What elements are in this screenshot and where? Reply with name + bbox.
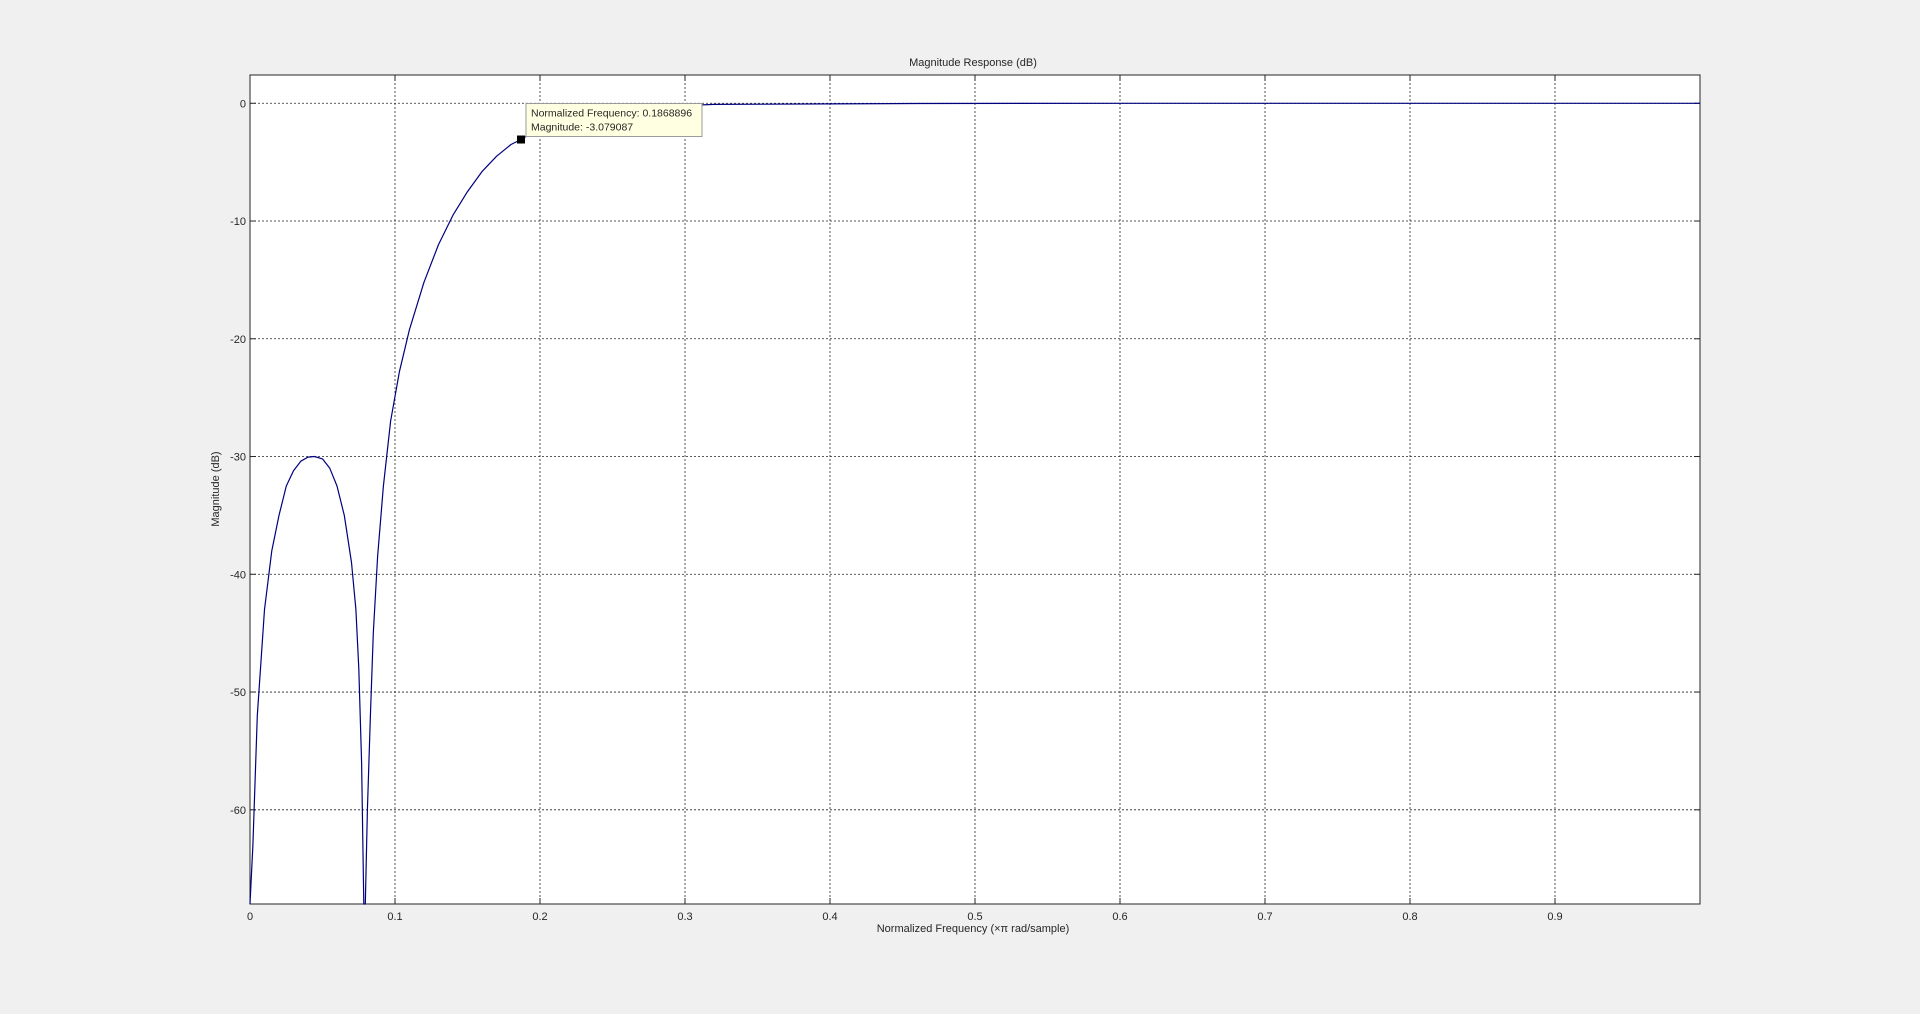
y-tick-label: -60	[230, 805, 246, 817]
chart-title: Magnitude Response (dB)	[909, 57, 1037, 69]
y-tick-label: -20	[230, 334, 246, 346]
y-tick-label: -30	[230, 452, 246, 464]
datatip-marker	[516, 135, 525, 144]
x-tick-labels: 0 0.1 0.2 0.3 0.4 0.5 0.6 0.7 0.8 0.9	[247, 911, 1563, 923]
y-tick-label: -40	[230, 569, 246, 581]
x-tick-label: 0.8	[1402, 911, 1417, 923]
x-tick-label: 0.9	[1547, 911, 1562, 923]
x-tick-label: 0.4	[822, 911, 837, 923]
y-tick-label: -10	[230, 216, 246, 228]
x-axis-label: Normalized Frequency (×π rad/sample)	[877, 923, 1070, 935]
datatip-magnitude: Magnitude: -3.079087	[531, 122, 633, 134]
x-tick-label: 0	[247, 911, 253, 923]
y-tick-labels: 0 -10 -20 -30 -40 -50 -60	[230, 98, 246, 817]
figure-canvas: Magnitude Response (dB) 0 0.1 0.2 0.3 0.4 0.5…	[210, 57, 1701, 935]
x-tick-label: 0.5	[967, 911, 982, 923]
x-tick-label: 0.6	[1112, 911, 1127, 923]
x-tick-label: 0.1	[387, 911, 402, 923]
y-axis-label: Magnitude (dB)	[210, 451, 222, 526]
y-tick-label: -50	[230, 687, 246, 699]
x-tick-label: 0.3	[677, 911, 692, 923]
y-tick-label: 0	[240, 98, 246, 110]
datatip-frequency: Normalized Frequency: 0.1868896	[531, 108, 692, 120]
axes[interactable]: 0 0.1 0.2 0.3 0.4 0.5 0.6 0.7 0.8 0.9 0 -10 -20 -30 -…	[230, 74, 1701, 923]
x-tick-label: 0.2	[532, 911, 547, 923]
x-tick-label: 0.7	[1257, 911, 1272, 923]
